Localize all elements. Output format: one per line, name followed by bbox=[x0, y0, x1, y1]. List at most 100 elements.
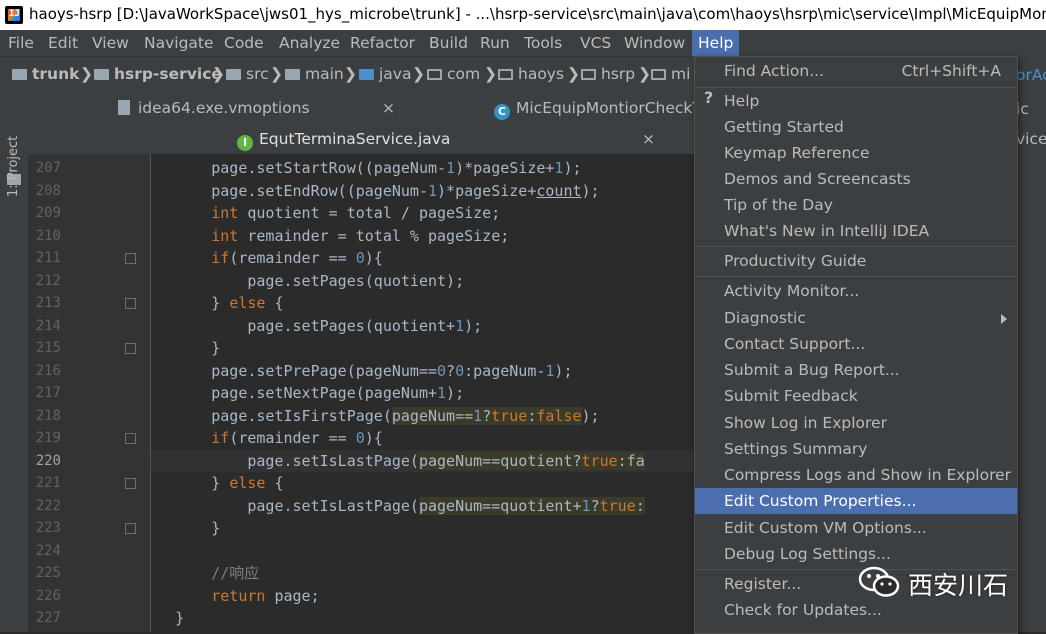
class-icon: C bbox=[494, 104, 510, 120]
watermark: 西安川石 bbox=[858, 562, 1046, 602]
folder-icon bbox=[12, 69, 27, 80]
menu-item-keymap-reference[interactable]: Keymap Reference bbox=[695, 140, 1017, 166]
menu-item-submit-bug-report[interactable]: Submit a Bug Report... bbox=[695, 357, 1017, 383]
line-number: 227 bbox=[35, 610, 61, 626]
code-line: page.setStartRow((pageNum-1)*pageSize+1)… bbox=[151, 159, 582, 177]
breadcrumb-main[interactable]: main bbox=[285, 65, 344, 83]
menu-window[interactable]: Window bbox=[618, 30, 691, 56]
fold-marker-icon[interactable] bbox=[125, 343, 136, 354]
submenu-arrow-icon bbox=[1001, 314, 1007, 324]
fold-marker-icon[interactable] bbox=[125, 298, 136, 309]
menu-separator bbox=[696, 276, 1016, 277]
line-number: 216 bbox=[35, 362, 61, 379]
menu-item-diagnostic[interactable]: Diagnostic bbox=[695, 305, 1017, 331]
menu-help[interactable]: Help bbox=[692, 30, 740, 56]
line-number: 223 bbox=[35, 520, 61, 536]
line-number: 224 bbox=[35, 542, 61, 559]
code-line: if(remainder == 0){ bbox=[211, 429, 383, 447]
window-title: haoys-hsrp [D:\JavaWorkSpace\jws01_hys_m… bbox=[29, 5, 1046, 23]
code-line: page.setEndRow((pageNum-1)*pageSize+coun… bbox=[151, 181, 600, 200]
chevron-right-icon: ❯ bbox=[212, 65, 225, 83]
code-editor[interactable]: page.setStartRow((pageNum-1)*pageSize+1)… bbox=[151, 154, 696, 632]
tab-tail: vicel bbox=[1016, 130, 1046, 148]
code-line: page.setPrePage(pageNum==0?0:pageNum-1); bbox=[151, 361, 573, 380]
menu-item-submit-feedback[interactable]: Submit Feedback bbox=[695, 383, 1017, 409]
menu-item-help[interactable]: ? Help bbox=[695, 88, 1017, 114]
breadcrumb-com[interactable]: com bbox=[427, 65, 480, 83]
package-icon bbox=[498, 69, 513, 80]
menu-item-settings-summary[interactable]: Settings Summary bbox=[695, 436, 1017, 462]
menu-analyze[interactable]: Analyze bbox=[273, 30, 346, 56]
breadcrumb-tail: orAc bbox=[1016, 66, 1046, 84]
menu-code[interactable]: Code bbox=[218, 30, 270, 56]
line-number: 221 bbox=[35, 475, 61, 491]
breadcrumb-java[interactable]: java bbox=[359, 65, 411, 83]
tab-equtterminaservice[interactable]: I EqutTerminaService.java bbox=[237, 124, 450, 154]
menu-item-tip-of-the-day[interactable]: Tip of the Day bbox=[695, 192, 1017, 218]
tab-idea64-vmoptions[interactable]: idea64.exe.vmoptions bbox=[118, 92, 310, 124]
folder-icon bbox=[285, 69, 300, 80]
menu-item-whats-new[interactable]: What's New in IntelliJ IDEA bbox=[695, 218, 1017, 244]
line-number: 208 bbox=[35, 182, 61, 199]
breadcrumb-haoys[interactable]: haoys bbox=[498, 65, 564, 83]
breadcrumb-hsrp[interactable]: hsrp bbox=[581, 65, 635, 83]
line-number: 226 bbox=[35, 587, 61, 604]
line-number: 207 bbox=[35, 160, 61, 176]
project-tool-button[interactable]: 1: Project bbox=[6, 136, 21, 197]
code-line: } else { bbox=[211, 294, 284, 312]
fold-marker-icon[interactable] bbox=[125, 433, 136, 444]
fold-marker-icon[interactable] bbox=[125, 253, 136, 264]
line-number-gutter: 207 208 209 210 211 212 213 214 215 216 217 218 219 2… bbox=[28, 154, 150, 632]
menu-refactor[interactable]: Refactor bbox=[344, 30, 421, 56]
menu-run[interactable]: Run bbox=[474, 30, 516, 56]
line-number: 225 bbox=[35, 565, 61, 581]
menu-file[interactable]: File bbox=[2, 30, 40, 56]
breadcrumb-trunk[interactable]: trunk bbox=[12, 65, 79, 83]
code-line: if(remainder == 0){ bbox=[211, 249, 383, 267]
menu-view[interactable]: View bbox=[86, 30, 135, 56]
intellij-icon bbox=[5, 6, 23, 24]
fold-marker-icon[interactable] bbox=[125, 523, 136, 534]
code-line: page.setIsLastPage(pageNum==quotient?tru… bbox=[151, 449, 696, 472]
left-tool-strip: 1: Project bbox=[0, 92, 29, 632]
menu-edit[interactable]: Edit bbox=[42, 30, 84, 56]
fold-marker-icon[interactable] bbox=[125, 478, 136, 489]
menu-item-show-log[interactable]: Show Log in Explorer bbox=[695, 410, 1017, 436]
code-line: } bbox=[175, 609, 185, 627]
menu-item-find-action[interactable]: Find Action... Ctrl+Shift+A bbox=[695, 58, 1017, 84]
menu-item-getting-started[interactable]: Getting Started bbox=[695, 114, 1017, 140]
breadcrumb-mic[interactable]: mi bbox=[651, 65, 690, 83]
line-number: 213 bbox=[35, 295, 61, 311]
code-line: page.setIsLastPage(pageNum==quotient+1?t… bbox=[151, 496, 645, 515]
menu-navigate[interactable]: Navigate bbox=[138, 30, 220, 56]
line-number: 218 bbox=[35, 407, 61, 424]
line-number: 220 bbox=[35, 452, 61, 469]
menu-item-compress-logs[interactable]: Compress Logs and Show in Explorer bbox=[695, 462, 1017, 488]
shortcut-label: Ctrl+Shift+A bbox=[901, 62, 1001, 80]
code-line: page.setPages(quotient+1); bbox=[151, 316, 483, 335]
menu-tools[interactable]: Tools bbox=[518, 30, 568, 56]
chevron-right-icon: ❯ bbox=[344, 65, 357, 83]
menu-item-contact-support[interactable]: Contact Support... bbox=[695, 331, 1017, 357]
menu-item-activity-monitor[interactable]: Activity Monitor... bbox=[695, 278, 1017, 304]
folder-icon bbox=[94, 69, 109, 80]
line-number: 217 bbox=[35, 385, 61, 401]
code-line: int remainder = total % pageSize; bbox=[211, 226, 510, 245]
interface-icon: I bbox=[237, 135, 253, 151]
code-line: page.setIsFirstPage(pageNum==1?true:fals… bbox=[151, 406, 600, 425]
menu-item-demos[interactable]: Demos and Screencasts bbox=[695, 166, 1017, 192]
code-line: page.setPages(quotient); bbox=[151, 271, 465, 290]
tab-micequipmontiorcheck[interactable]: C MicEquipMontiorCheckT bbox=[494, 92, 702, 124]
menu-item-edit-custom-properties[interactable]: Edit Custom Properties... bbox=[695, 488, 1017, 514]
menu-vcs[interactable]: VCS bbox=[574, 30, 617, 56]
breadcrumb-src[interactable]: src bbox=[226, 65, 269, 83]
line-number: 222 bbox=[35, 497, 61, 514]
package-icon bbox=[581, 69, 596, 80]
menu-item-edit-custom-vm-options[interactable]: Edit Custom VM Options... bbox=[695, 515, 1017, 541]
line-number: 215 bbox=[35, 340, 61, 356]
chevron-right-icon: ❯ bbox=[412, 65, 425, 83]
breadcrumb-hsrp-service[interactable]: hsrp-service bbox=[94, 65, 222, 83]
menu-build[interactable]: Build bbox=[423, 30, 474, 56]
menu-item-productivity-guide[interactable]: Productivity Guide bbox=[695, 248, 1017, 274]
